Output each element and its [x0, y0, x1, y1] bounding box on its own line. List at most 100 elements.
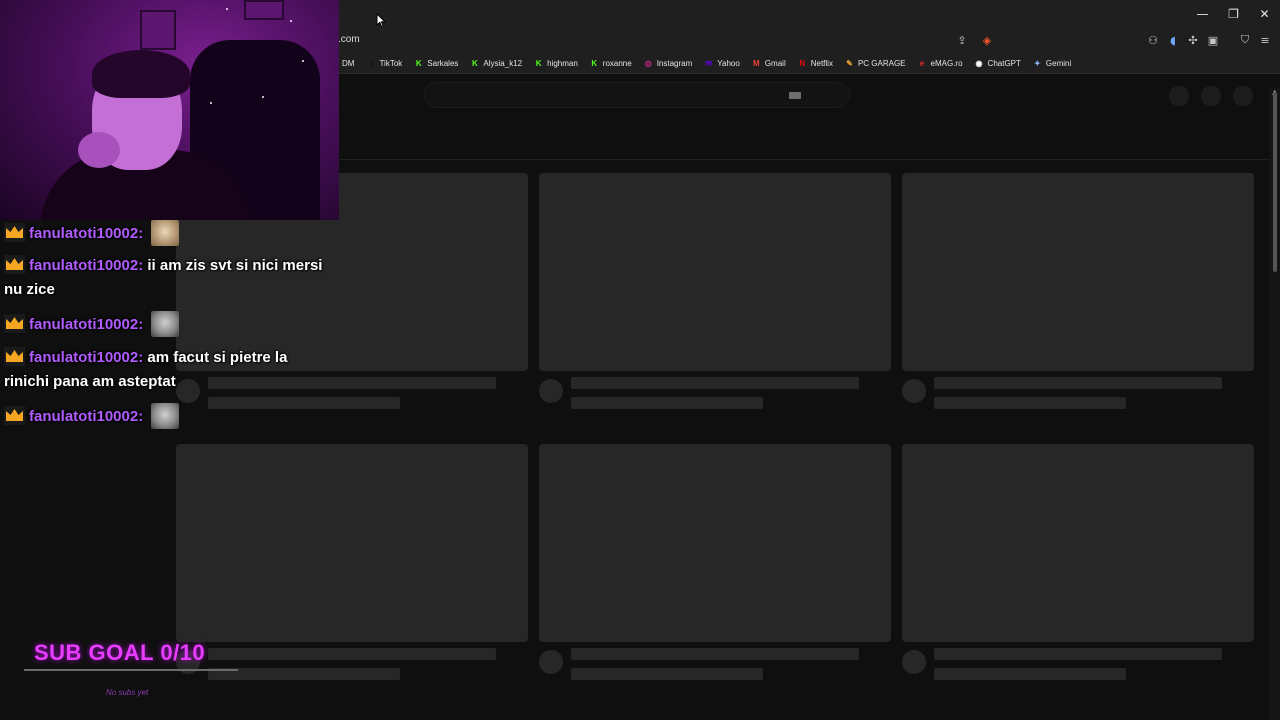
bookmark-dm[interactable]: DM [342, 59, 354, 68]
streamer-hair [92, 50, 190, 98]
chat-username[interactable]: fanulatoti10002: [29, 408, 143, 425]
video-meta-placeholder [539, 371, 891, 421]
title-placeholder [571, 377, 859, 389]
thumbnail-placeholder[interactable] [176, 444, 528, 642]
bookmark-favicon-icon: ✉ [705, 58, 713, 68]
chat-message: fanulatoti10002: [4, 220, 334, 246]
crown-badge-icon [4, 223, 25, 242]
bookmark-label: ChatGPT [987, 58, 1021, 68]
bookmark-label: Sarkales [427, 58, 459, 68]
placeholder-icon[interactable] [1201, 86, 1221, 106]
face-emote-icon [151, 311, 180, 337]
subtitle-placeholder [571, 668, 763, 680]
bookmark-tiktok[interactable]: ♪ TikTok [366, 59, 402, 68]
keyboard-icon[interactable] [789, 92, 801, 99]
fairy-light [226, 8, 228, 10]
bookmark-favicon-icon: K [472, 58, 478, 68]
address-bar[interactable]: .com [338, 30, 1002, 50]
title-placeholder [208, 648, 496, 660]
bookmark-gmail[interactable]: M Gmail [752, 59, 786, 68]
video-card-skeleton[interactable] [902, 173, 1254, 421]
chat-username[interactable]: fanulatoti10002: [29, 349, 143, 366]
screen: — ❐ ✕ .com ⇪ ◈ ⚇ ◖ ✣ ▣ ⛉ ≡ DM ♪ TikTok K Sar… [0, 0, 1280, 720]
bookmark-label: TikTok [379, 58, 403, 68]
bookmark-chatgpt[interactable]: ◉ ChatGPT [975, 59, 1021, 68]
bookmark-alysia-k12[interactable]: K Alysia_k12 [470, 59, 522, 68]
channel-avatar-placeholder[interactable] [902, 379, 926, 403]
menu-icon[interactable]: ≡ [1257, 32, 1273, 48]
thumbnail-placeholder[interactable] [539, 173, 891, 371]
close-button[interactable]: ✕ [1249, 0, 1280, 28]
bookmark-sarkales[interactable]: K Sarkales [414, 58, 459, 68]
fairy-light [302, 60, 304, 62]
window-controls: — ❐ ✕ [1187, 0, 1280, 28]
scrollbar-thumb[interactable] [1273, 92, 1277, 272]
bookmark-label: highman [547, 58, 578, 68]
bookmark-label: roxanne [602, 58, 632, 68]
scrollbar[interactable]: ▲ [1270, 88, 1280, 720]
bookmark-label: Gmail [764, 58, 786, 68]
bookmark-favicon-icon: K [535, 58, 542, 68]
search-input[interactable] [424, 82, 850, 108]
bookmark-pc-garage[interactable]: ✎ PC GARAGE [845, 59, 905, 68]
bookmark-highman[interactable]: Khighman [534, 59, 578, 68]
video-meta-placeholder [902, 371, 1254, 421]
sub-goal-progress-bar [24, 669, 238, 671]
bookmark-yahoo[interactable]: ✉ Yahoo [704, 58, 740, 68]
channel-avatar-placeholder[interactable] [539, 650, 563, 674]
chat-username[interactable]: fanulatoti10002: [29, 316, 143, 333]
wall-frame [140, 10, 176, 50]
avatar[interactable] [1233, 86, 1253, 106]
chat-message: fanulatoti10002: am facut si pietre la r… [4, 346, 334, 394]
bookmark-label: eMAG.ro [930, 58, 963, 68]
crown-badge-icon [4, 314, 25, 333]
bookmark-favicon-icon: K [415, 58, 422, 68]
mouse-cursor-icon [376, 13, 386, 28]
sub-goal-title: SUB GOAL 0/10 [34, 640, 206, 665]
video-card-skeleton[interactable] [539, 173, 891, 421]
minimize-button[interactable]: — [1187, 0, 1218, 28]
bookmark-gemini[interactable]: ✦ Gemini [1033, 59, 1071, 68]
bookmark-label: Netflix [810, 58, 833, 68]
extension-icon[interactable]: ◖ [1165, 32, 1181, 48]
bookmark-label: Yahoo [717, 58, 740, 68]
streamer-hand [78, 132, 120, 168]
fairy-light [210, 102, 212, 104]
bookmark-label: Instagram [656, 58, 693, 68]
fairy-light [262, 96, 264, 98]
chat-username[interactable]: fanulatoti10002: [29, 257, 143, 274]
sidebar-icon[interactable]: ▣ [1205, 32, 1221, 48]
subtitle-placeholder [934, 668, 1126, 680]
thumbnail-placeholder[interactable] [902, 173, 1254, 371]
bookmark-roxanne[interactable]: Kroxanne [590, 58, 632, 68]
restore-button[interactable]: ❐ [1218, 0, 1249, 28]
thumbnail-placeholder[interactable] [902, 444, 1254, 642]
crown-badge-icon [4, 347, 25, 366]
video-card-skeleton[interactable] [176, 444, 528, 692]
channel-avatar-placeholder[interactable] [539, 379, 563, 403]
sub-goal-note: No subs yet [106, 688, 149, 697]
brave-shield-icon[interactable]: ◈ [979, 32, 995, 48]
thumbnail-placeholder[interactable] [539, 444, 891, 642]
wallet-icon[interactable]: ⛉ [1237, 32, 1253, 48]
crown-badge-icon [4, 406, 25, 425]
channel-avatar-placeholder[interactable] [902, 650, 926, 674]
bookmark-emag-ro[interactable]: e eMAG.ro [918, 59, 963, 68]
bookmark-favicon-icon: ◎ [644, 58, 652, 68]
placeholder-icon[interactable] [1169, 86, 1189, 106]
chat-message: fanulatoti10002: ii am zis svt si nici m… [4, 254, 334, 302]
video-card-skeleton[interactable] [902, 444, 1254, 692]
title-placeholder [934, 377, 1222, 389]
bookmark-netflix[interactable]: N Netflix [798, 59, 833, 68]
bookmark-label: Gemini [1045, 58, 1072, 68]
chat-username[interactable]: fanulatoti10002: [29, 225, 143, 242]
bookmark-instagram[interactable]: ◎ Instagram [644, 59, 693, 68]
puzzle-icon[interactable]: ✣ [1185, 32, 1201, 48]
subtitle-placeholder [571, 397, 763, 409]
video-card-skeleton[interactable] [539, 444, 891, 692]
fairy-light [290, 20, 292, 22]
webcam-feed [0, 0, 339, 220]
video-meta-placeholder [176, 642, 528, 692]
extension-icon[interactable]: ⚇ [1145, 32, 1161, 48]
share-icon[interactable]: ⇪ [954, 32, 970, 48]
